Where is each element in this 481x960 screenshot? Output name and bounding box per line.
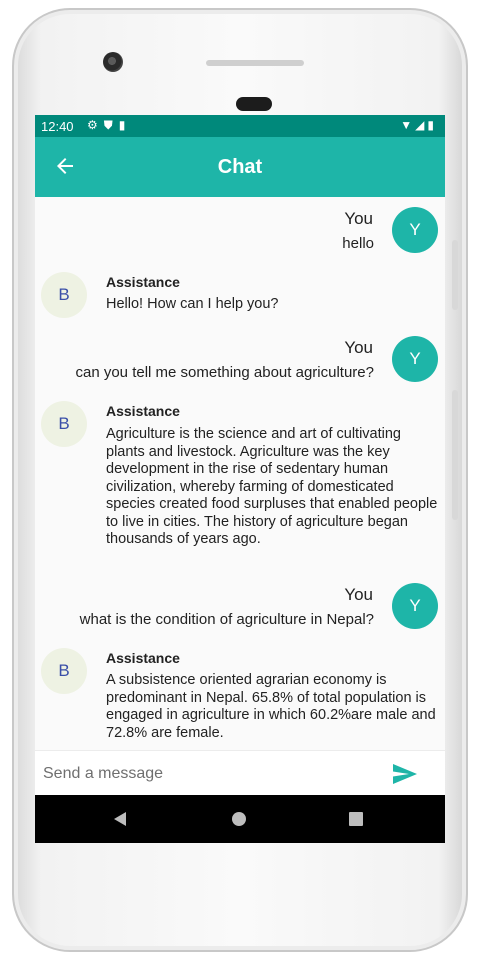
nav-back-icon[interactable] [113,811,127,827]
volume-button [452,240,458,310]
message-sender: Assistance [106,403,180,419]
screen: 12:40 ⚙⛊▮ ▼◢▮ Chat Y You hello B Assista… [35,115,445,843]
status-bar: 12:40 ⚙⛊▮ ▼◢▮ [35,115,445,137]
message-input[interactable] [41,759,385,789]
earpiece-speaker [206,60,304,66]
message-text: Hello! How can I help you? [106,296,279,312]
status-right-icons: ▼◢▮ [400,118,437,132]
proximity-sensor [236,97,272,111]
message-text: A subsistence oriented agrarian economy … [106,672,436,741]
message-text: can you tell me something about agricult… [75,364,374,381]
nav-recent-apps-icon[interactable] [349,812,363,826]
sd-card-icon: ▮ [118,118,132,132]
avatar: B [41,272,87,318]
message-sender: Assistance [106,274,180,290]
message-sender: You [344,209,373,228]
wifi-icon: ▼ [400,118,416,132]
avatar: Y [392,207,438,253]
app-bar: Chat [35,137,445,197]
nav-home-icon[interactable] [232,812,246,826]
page-title: Chat [217,156,263,178]
avatar: Y [392,583,438,629]
message-text: Agriculture is the science and art of cu… [106,426,438,547]
front-camera [103,52,123,72]
message-composer [35,750,445,796]
status-time: 12:40 [41,119,74,134]
message-sender: You [344,338,373,357]
power-button [452,390,458,520]
message-list[interactable]: Y You hello B Assistance Hello! How can … [35,197,445,750]
message-text: hello [342,235,374,252]
message-sender: You [344,585,373,604]
avatar: B [41,401,87,447]
signal-icon: ◢ [415,118,428,132]
system-nav-bar [35,795,445,843]
gear-icon: ⚙ [87,118,104,132]
avatar: Y [392,336,438,382]
send-icon[interactable] [392,763,418,785]
message-sender: Assistance [106,650,180,666]
shield-icon: ⛊ [103,118,119,132]
battery-icon: ▮ [427,118,437,132]
avatar: B [41,648,87,694]
status-left-icons: ⚙⛊▮ [87,118,131,133]
message-text: what is the condition of agriculture in … [79,611,374,628]
